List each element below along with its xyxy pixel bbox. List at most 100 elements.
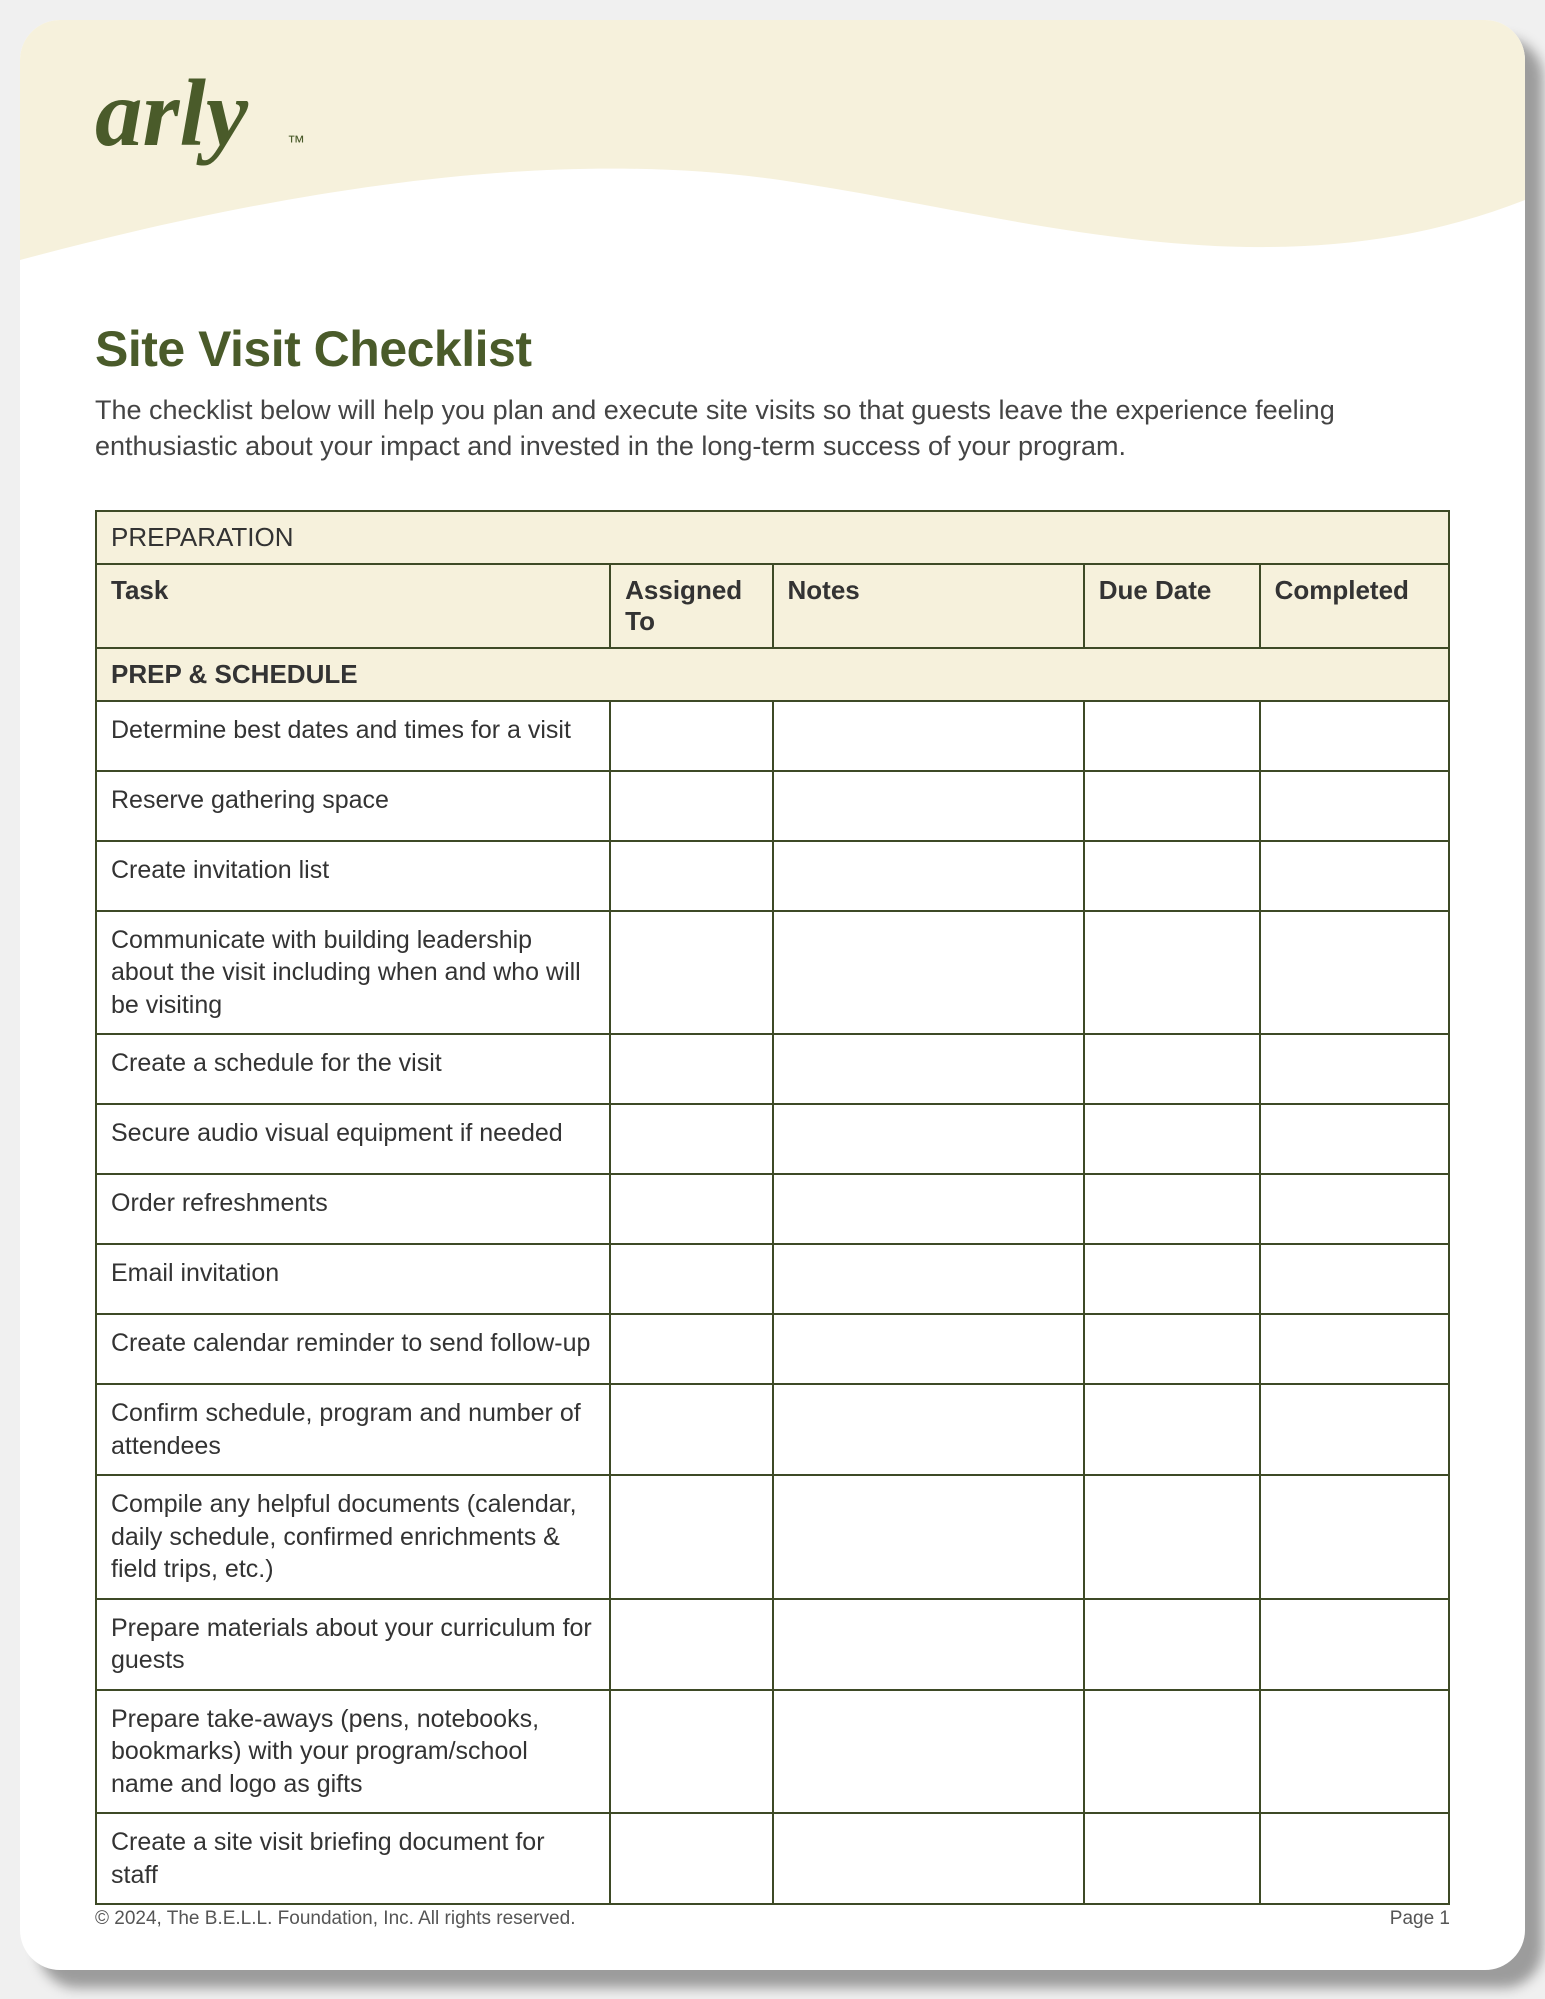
cell-notes (773, 1034, 1084, 1104)
cell-notes (773, 911, 1084, 1035)
cell-completed (1260, 1314, 1449, 1384)
table-row: Secure audio visual equipment if needed (96, 1104, 1449, 1174)
cell-completed (1260, 911, 1449, 1035)
table-row: Confirm schedule, program and number of … (96, 1384, 1449, 1475)
cell-task: Secure audio visual equipment if needed (96, 1104, 610, 1174)
col-header-assigned: Assigned To (610, 564, 772, 648)
page-title: Site Visit Checklist (95, 320, 1450, 378)
table-row: Create a schedule for the visit (96, 1034, 1449, 1104)
cell-completed (1260, 1475, 1449, 1599)
cell-assigned (610, 1104, 772, 1174)
cell-due (1084, 701, 1260, 771)
table-row: Communicate with building leadership abo… (96, 911, 1449, 1035)
cell-task: Order refreshments (96, 1174, 610, 1244)
cell-due (1084, 1104, 1260, 1174)
cell-due (1084, 1813, 1260, 1904)
col-header-task: Task (96, 564, 610, 648)
table-row: Create calendar reminder to send follow-… (96, 1314, 1449, 1384)
table-row: Create invitation list (96, 841, 1449, 911)
cell-notes (773, 1104, 1084, 1174)
cell-due (1084, 841, 1260, 911)
col-header-notes: Notes (773, 564, 1084, 648)
cell-assigned (610, 1314, 772, 1384)
footer-page-number: Page 1 (1390, 1908, 1450, 1930)
col-header-completed: Completed (1260, 564, 1449, 648)
cell-due (1084, 1314, 1260, 1384)
cell-due (1084, 911, 1260, 1035)
cell-notes (773, 1314, 1084, 1384)
brand-logo-text: arly (95, 60, 249, 166)
footer-copyright: © 2024, The B.E.L.L. Foundation, Inc. Al… (95, 1908, 575, 1930)
cell-due (1084, 1475, 1260, 1599)
cell-due (1084, 1384, 1260, 1475)
cell-notes (773, 1813, 1084, 1904)
cell-task: Create a schedule for the visit (96, 1034, 610, 1104)
cell-assigned (610, 1244, 772, 1314)
cell-notes (773, 1174, 1084, 1244)
content-area: Site Visit Checklist The checklist below… (95, 320, 1450, 1905)
cell-due (1084, 1174, 1260, 1244)
cell-assigned (610, 771, 772, 841)
cell-completed (1260, 771, 1449, 841)
cell-task: Prepare materials about your curriculum … (96, 1599, 610, 1690)
cell-assigned (610, 911, 772, 1035)
cell-notes (773, 1475, 1084, 1599)
table-row: Email invitation (96, 1244, 1449, 1314)
table-row: Create a site visit briefing document fo… (96, 1813, 1449, 1904)
cell-notes (773, 701, 1084, 771)
cell-notes (773, 1384, 1084, 1475)
cell-assigned (610, 1813, 772, 1904)
cell-task: Compile any helpful documents (calendar,… (96, 1475, 610, 1599)
cell-task: Email invitation (96, 1244, 610, 1314)
cell-completed (1260, 1384, 1449, 1475)
cell-notes (773, 1244, 1084, 1314)
intro-paragraph: The checklist below will help you plan a… (95, 392, 1450, 465)
cell-notes (773, 771, 1084, 841)
cell-completed (1260, 1244, 1449, 1314)
page-footer: © 2024, The B.E.L.L. Foundation, Inc. Al… (95, 1908, 1450, 1930)
brand-logo-tm: ™ (287, 132, 305, 152)
table-row: Order refreshments (96, 1174, 1449, 1244)
cell-due (1084, 1599, 1260, 1690)
cell-task: Communicate with building leadership abo… (96, 911, 610, 1035)
cell-completed (1260, 1104, 1449, 1174)
cell-assigned (610, 1034, 772, 1104)
table-row: Reserve gathering space (96, 771, 1449, 841)
table-section-label: PREPARATION (96, 511, 1449, 564)
cell-due (1084, 771, 1260, 841)
cell-assigned (610, 1690, 772, 1814)
cell-assigned (610, 701, 772, 771)
cell-task: Reserve gathering space (96, 771, 610, 841)
table-section-row: PREPARATION (96, 511, 1449, 564)
cell-completed (1260, 701, 1449, 771)
cell-notes (773, 1690, 1084, 1814)
cell-notes (773, 1599, 1084, 1690)
cell-assigned (610, 1599, 772, 1690)
cell-task: Confirm schedule, program and number of … (96, 1384, 610, 1475)
cell-task: Create invitation list (96, 841, 610, 911)
table-subsection-label: PREP & SCHEDULE (96, 648, 1449, 701)
table-subsection-row: PREP & SCHEDULE (96, 648, 1449, 701)
cell-assigned (610, 1384, 772, 1475)
table-row: Prepare materials about your curriculum … (96, 1599, 1449, 1690)
cell-task: Create a site visit briefing document fo… (96, 1813, 610, 1904)
table-row: Compile any helpful documents (calendar,… (96, 1475, 1449, 1599)
document-page: arly ™ Site Visit Checklist The checklis… (20, 20, 1525, 1970)
cell-assigned (610, 1174, 772, 1244)
cell-task: Create calendar reminder to send follow-… (96, 1314, 610, 1384)
col-header-due: Due Date (1084, 564, 1260, 648)
table-row: Prepare take-aways (pens, notebooks, boo… (96, 1690, 1449, 1814)
cell-completed (1260, 1813, 1449, 1904)
cell-due (1084, 1690, 1260, 1814)
cell-notes (773, 841, 1084, 911)
cell-assigned (610, 1475, 772, 1599)
brand-logo: arly ™ (95, 50, 315, 190)
cell-completed (1260, 1599, 1449, 1690)
cell-due (1084, 1244, 1260, 1314)
cell-due (1084, 1034, 1260, 1104)
cell-assigned (610, 841, 772, 911)
cell-task: Prepare take-aways (pens, notebooks, boo… (96, 1690, 610, 1814)
cell-completed (1260, 1690, 1449, 1814)
cell-completed (1260, 1174, 1449, 1244)
cell-task: Determine best dates and times for a vis… (96, 701, 610, 771)
